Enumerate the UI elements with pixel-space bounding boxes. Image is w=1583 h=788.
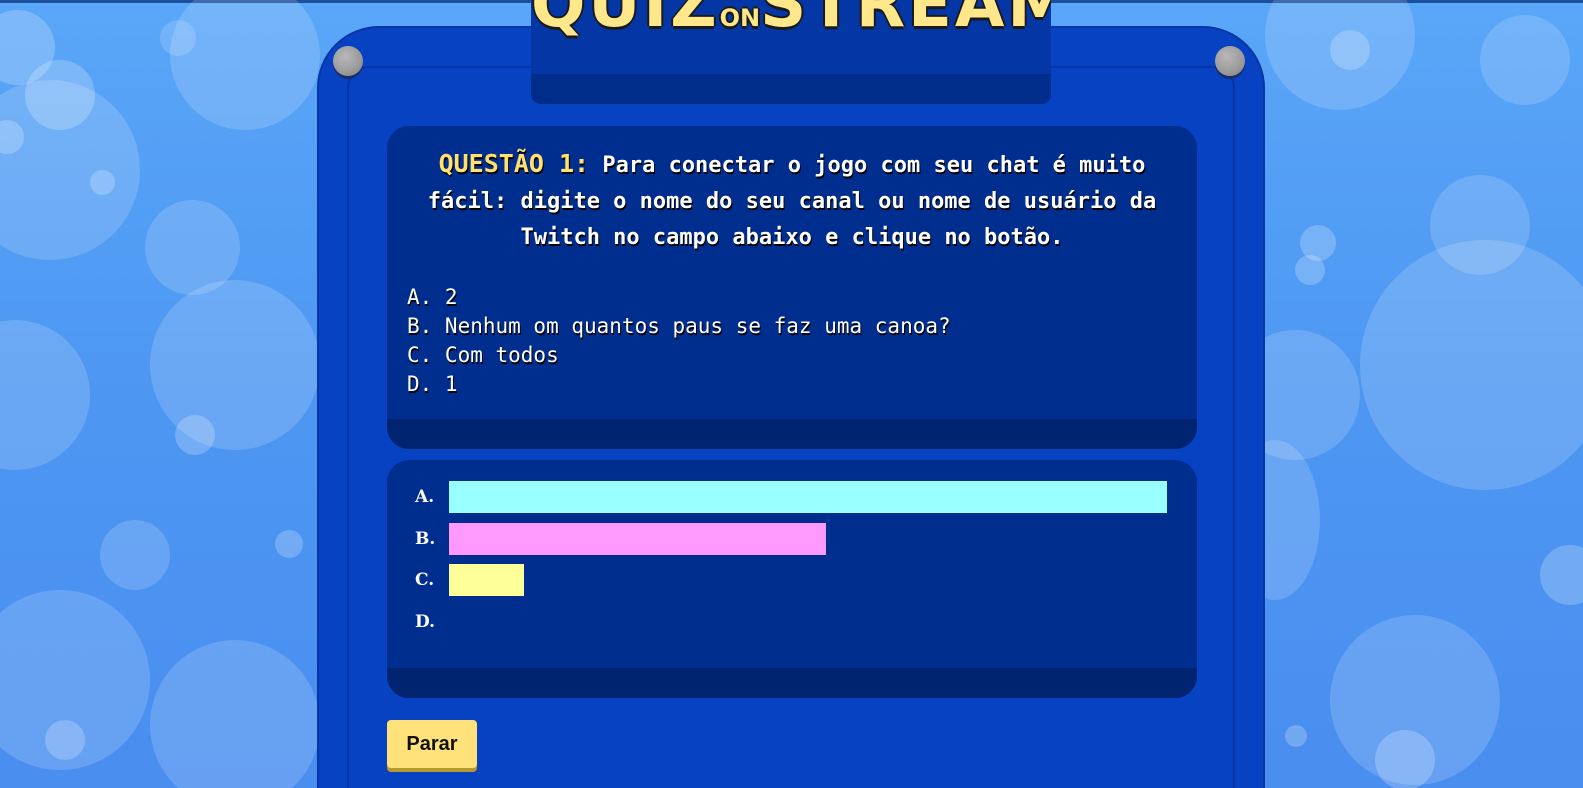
answer-option-c: C. Com todos (407, 343, 559, 367)
quiz-on-stream-logo: QUIZONSTREAM (531, 0, 1051, 42)
results-panel: A. B. C. D. (387, 460, 1197, 698)
bolt-left-icon (333, 46, 363, 76)
result-bar-b (449, 523, 826, 555)
answer-option-a: A. 2 (407, 285, 458, 309)
stop-button[interactable]: Parar (387, 720, 477, 768)
result-label: D. (415, 612, 436, 632)
question-number-label: QUESTÃO 1: (438, 149, 590, 178)
result-bar-a (449, 481, 1167, 513)
question-panel: QUESTÃO 1: Para conectar o jogo com seu … (387, 126, 1197, 449)
answer-options-list: A. 2 B. Nenhum om quantos paus se faz um… (407, 283, 951, 399)
result-label: A. (415, 487, 435, 507)
bolt-right-icon (1215, 46, 1245, 76)
result-label: C. (415, 570, 435, 590)
result-label: B. (415, 529, 436, 549)
answer-option-b: B. Nenhum om quantos paus se faz uma can… (407, 314, 951, 338)
answer-option-d: D. 1 (407, 372, 458, 396)
question-text: QUESTÃO 1: Para conectar o jogo com seu … (409, 146, 1175, 256)
result-bar-c (449, 564, 524, 596)
logo-plate: QUIZONSTREAM (531, 0, 1051, 104)
